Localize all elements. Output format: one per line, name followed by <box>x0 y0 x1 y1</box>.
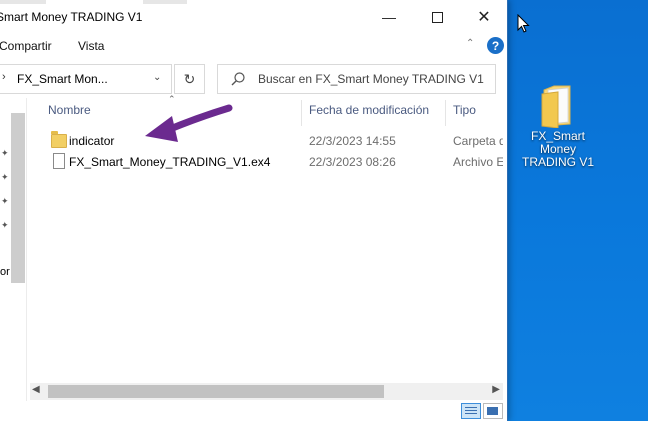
minimize-icon: — <box>382 9 396 25</box>
title-bar[interactable]: Smart Money TRADING V1 — ✕ <box>0 0 507 34</box>
file-name: FX_Smart_Money_TRADING_V1.ex4 <box>69 155 271 169</box>
desktop-folder-shortcut[interactable]: FX_Smart Money TRADING V1 <box>512 80 604 170</box>
file-type: Carpeta de archivos <box>453 134 503 148</box>
refresh-button[interactable]: ↻ <box>174 64 205 94</box>
scroll-right-icon[interactable]: ▶ <box>492 384 500 395</box>
maximize-icon <box>431 11 443 23</box>
refresh-icon: ↻ <box>183 70 196 87</box>
close-button[interactable]: ✕ <box>461 2 507 32</box>
title-strip-mid <box>143 0 187 4</box>
search-icon <box>231 72 245 86</box>
details-view-icon <box>465 407 477 415</box>
tab-compartir[interactable]: Compartir <box>0 39 52 53</box>
search-placeholder: Buscar en FX_Smart Money TRADING V1 <box>258 72 484 86</box>
help-button[interactable]: ? <box>487 37 504 54</box>
column-header-type[interactable]: Tipo <box>453 103 476 123</box>
column-header-date[interactable]: Fecha de modificación <box>309 103 429 123</box>
mouse-cursor-icon <box>517 14 530 33</box>
file-icon <box>53 153 65 169</box>
file-date: 22/3/2023 14:55 <box>309 134 396 148</box>
scrollbar-thumb[interactable] <box>48 385 384 398</box>
navigation-scrollbar[interactable] <box>11 113 25 283</box>
sort-ascending-icon: ⌃ <box>168 94 176 104</box>
chevron-right-icon[interactable]: › <box>2 71 6 83</box>
pin-icon: ✦ <box>1 220 9 230</box>
pin-icon: ✦ <box>1 196 9 206</box>
desktop-icon-label: FX_Smart Money TRADING V1 <box>521 129 594 169</box>
ribbon-collapse-chevron-icon[interactable]: ⌃ <box>466 38 474 49</box>
column-header-name[interactable]: Nombre <box>48 103 91 123</box>
file-explorer-window[interactable]: Smart Money TRADING V1 — ✕ Compartir Vis… <box>0 0 508 421</box>
folder-icon <box>541 85 571 128</box>
file-name: indicator <box>69 134 115 148</box>
file-type: Archivo EX4 <box>453 155 503 169</box>
pin-icon: ✦ <box>1 148 9 158</box>
chevron-down-icon[interactable]: ⌄ <box>153 72 161 83</box>
column-divider[interactable] <box>301 100 302 126</box>
ribbon: Compartir Vista ⌃ <box>0 34 507 58</box>
title-strip-left <box>0 0 46 4</box>
details-view-button[interactable] <box>461 403 481 419</box>
address-bar[interactable]: › FX_Smart Mon... ⌄ <box>0 64 172 94</box>
minimize-button[interactable]: — <box>366 2 412 32</box>
search-input[interactable]: Buscar en FX_Smart Money TRADING V1 <box>217 64 496 94</box>
pin-icon: ✦ <box>1 172 9 182</box>
file-date: 22/3/2023 08:26 <box>309 155 396 169</box>
close-icon: ✕ <box>477 9 491 26</box>
nav-scroll-up[interactable] <box>11 100 25 112</box>
address-path[interactable]: FX_Smart Mon... <box>17 72 108 86</box>
scroll-left-icon[interactable]: ◀ <box>32 384 40 395</box>
large-icons-view-button[interactable] <box>483 403 503 419</box>
nav-item-fragment[interactable]: or <box>0 266 10 278</box>
file-row-ex4[interactable]: FX_Smart_Money_TRADING_V1.ex4 22/3/2023 … <box>44 152 503 173</box>
folder-icon <box>51 131 67 148</box>
status-bar <box>0 401 507 421</box>
file-row-indicator[interactable]: indicator 22/3/2023 14:55 Carpeta de arc… <box>44 131 503 152</box>
maximize-button[interactable] <box>414 2 460 32</box>
column-divider[interactable] <box>445 100 446 126</box>
window-title: Smart Money TRADING V1 <box>0 10 143 24</box>
tab-vista[interactable]: Vista <box>78 39 104 53</box>
large-icons-view-icon <box>487 407 498 415</box>
horizontal-scrollbar[interactable]: ◀ ▶ <box>30 383 503 400</box>
